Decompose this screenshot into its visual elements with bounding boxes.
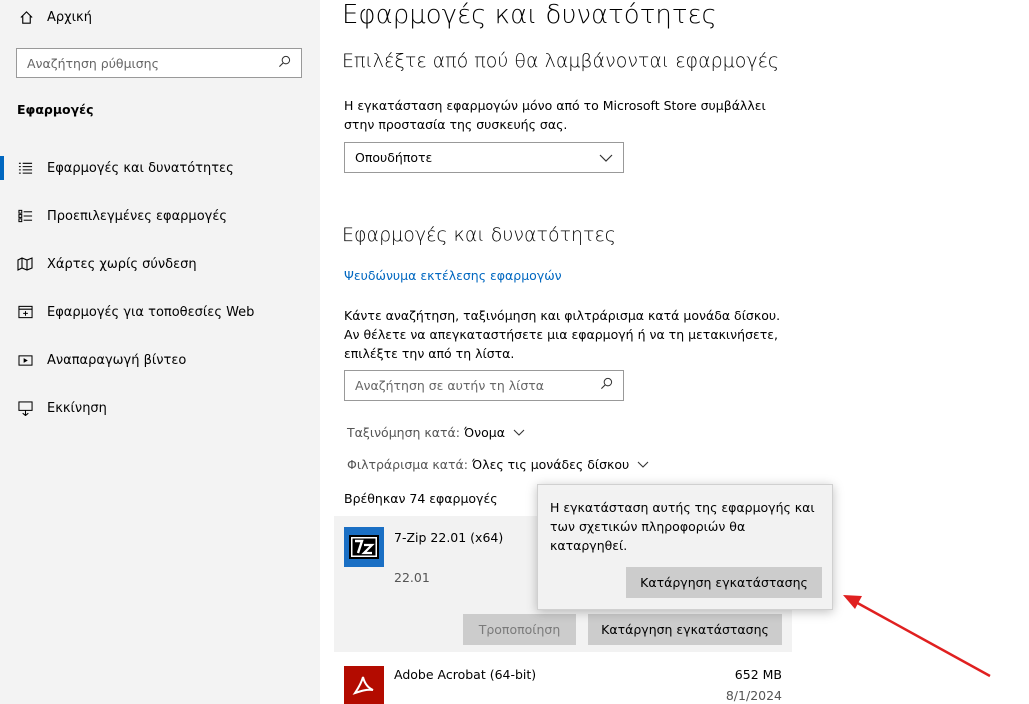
- sidebar-item-label: Χάρτες χωρίς σύνδεση: [47, 256, 197, 272]
- startup-icon: [17, 400, 33, 416]
- sidebar-item-apps-features[interactable]: Εφαρμογές και δυνατότητες: [0, 148, 320, 188]
- chevron-down-icon: [599, 150, 613, 165]
- chevron-down-icon: [513, 429, 525, 436]
- 7zip-app-icon: [344, 527, 384, 567]
- uninstall-confirm-message: Η εγκατάσταση αυτής της εφαρμογής και τω…: [550, 500, 815, 553]
- app-count: Βρέθηκαν 74 εφαρμογές: [344, 491, 498, 506]
- map-icon: [17, 256, 33, 272]
- home-link[interactable]: Αρχική: [18, 9, 92, 25]
- sidebar-item-label: Εφαρμογές για τοποθεσίες Web: [47, 304, 255, 320]
- settings-search-box[interactable]: [16, 48, 302, 78]
- sidebar-section-label: Εφαρμογές: [17, 102, 94, 117]
- list-item-adobe-acrobat[interactable]: Adobe Acrobat (64-bit) 652 MB 8/1/2024: [334, 656, 792, 704]
- home-icon: [18, 9, 34, 25]
- chevron-down-icon: [637, 461, 649, 468]
- uninstall-confirm-flyout: Η εγκατάσταση αυτής της εφαρμογής και τω…: [537, 484, 833, 610]
- source-description: Η εγκατάσταση εφαρμογών μόνο από το Micr…: [344, 98, 766, 132]
- dropdown-value: Οπουδήποτε: [355, 150, 433, 165]
- app-source-dropdown[interactable]: Οπουδήποτε: [344, 142, 624, 173]
- apps-list-icon: [17, 160, 33, 176]
- app-date: 8/1/2024: [725, 688, 782, 703]
- page-title: Εφαρμογές και δυνατότητες: [342, 0, 717, 30]
- modify-button[interactable]: Τροποποίηση: [463, 614, 576, 645]
- video-icon: [17, 352, 33, 368]
- search-icon[interactable]: [600, 377, 613, 394]
- search-icon[interactable]: [278, 55, 291, 72]
- default-apps-icon: [17, 208, 33, 224]
- sidebar-item-default-apps[interactable]: Προεπιλεγμένες εφαρμογές: [0, 196, 320, 236]
- uninstall-button[interactable]: Κατάργηση εγκατάστασης: [588, 614, 782, 645]
- sidebar-item-web-apps[interactable]: Εφαρμογές για τοποθεσίες Web: [0, 292, 320, 332]
- sidebar-item-label: Αναπαραγωγή βίντεο: [47, 352, 187, 368]
- settings-search-input[interactable]: [27, 55, 278, 71]
- sidebar-item-label: Εφαρμογές και δυνατότητες: [47, 160, 234, 176]
- sidebar-item-startup[interactable]: Εκκίνηση: [0, 388, 320, 428]
- sort-by-control[interactable]: Ταξινόμηση κατά: Όνομα: [347, 425, 525, 440]
- adobe-acrobat-app-icon: [344, 666, 384, 704]
- app-size: 652 MB: [734, 667, 782, 682]
- sort-label: Ταξινόμηση κατά:: [347, 425, 460, 440]
- sidebar-item-label: Εκκίνηση: [47, 400, 107, 416]
- source-heading: Επιλέξτε από πού θα λαμβάνονται εφαρμογέ…: [342, 50, 780, 72]
- home-label: Αρχική: [47, 9, 92, 25]
- filter-label: Φιλτράρισμα κατά:: [347, 457, 469, 472]
- sort-value: Όνομα: [463, 425, 505, 440]
- app-list-search-input[interactable]: [355, 378, 600, 393]
- sidebar-item-offline-maps[interactable]: Χάρτες χωρίς σύνδεση: [0, 244, 320, 284]
- apps-heading: Εφαρμογές και δυνατότητες: [342, 224, 616, 246]
- filter-value: Όλες τις μονάδες δίσκου: [472, 457, 630, 472]
- app-name: Adobe Acrobat (64-bit): [394, 667, 537, 682]
- confirm-uninstall-button[interactable]: Κατάργηση εγκατάστασης: [626, 567, 822, 598]
- sidebar: Αρχική Εφαρμογές Εφαρμογές και δυνατότητ…: [0, 0, 320, 704]
- app-name: 7-Zip 22.01 (x64): [394, 530, 504, 545]
- sidebar-item-video-playback[interactable]: Αναπαραγωγή βίντεο: [0, 340, 320, 380]
- app-list-search-box[interactable]: [344, 370, 624, 401]
- filter-by-control[interactable]: Φιλτράρισμα κατά: Όλες τις μονάδες δίσκο…: [347, 457, 649, 472]
- sidebar-item-label: Προεπιλεγμένες εφαρμογές: [47, 208, 227, 224]
- app-version: 22.01: [394, 570, 430, 585]
- web-apps-icon: [17, 304, 33, 320]
- app-execution-aliases-link[interactable]: Ψευδώνυμα εκτέλεσης εφαρμογών: [344, 268, 562, 283]
- list-description: Κάντε αναζήτηση, ταξινόμηση και φιλτράρι…: [344, 308, 781, 361]
